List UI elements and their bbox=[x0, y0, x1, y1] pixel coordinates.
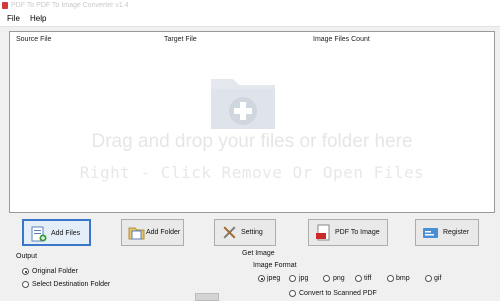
menu-file[interactable]: File bbox=[7, 12, 20, 26]
menu-bar: File Help bbox=[0, 12, 500, 27]
add-folder-label: Add Folder bbox=[146, 229, 181, 236]
radio-original-folder[interactable] bbox=[22, 268, 29, 275]
radio-jpg[interactable] bbox=[289, 275, 296, 282]
add-folder-button[interactable]: Add Folder bbox=[121, 219, 184, 246]
column-image-files-count[interactable]: Image Files Count bbox=[313, 36, 370, 43]
pdf-icon bbox=[316, 224, 330, 241]
setting-button[interactable]: Setting bbox=[214, 219, 276, 246]
register-icon bbox=[423, 228, 438, 238]
add-files-label: Add Files bbox=[51, 230, 81, 237]
browse-button[interactable] bbox=[195, 293, 219, 301]
output-label: Output bbox=[16, 253, 38, 260]
add-files-icon bbox=[31, 226, 47, 242]
radio-bmp[interactable] bbox=[387, 275, 394, 282]
radio-select-destination-folder[interactable] bbox=[22, 281, 29, 288]
tools-icon bbox=[223, 226, 236, 239]
title-bar: PDF To PDF To Image Converter v1.4 bbox=[0, 0, 500, 12]
drag-drop-hint: Drag and drop your files or folder here bbox=[91, 131, 413, 152]
convert-scanned-pdf-label: Convert to Scanned PDF bbox=[299, 290, 377, 297]
radio-png[interactable] bbox=[323, 275, 330, 282]
jpeg-label: jpeg bbox=[267, 275, 281, 282]
jpg-label: jpg bbox=[299, 275, 309, 282]
register-button[interactable]: Register bbox=[415, 219, 479, 246]
get-image-label: Get Image bbox=[242, 250, 275, 257]
gif-label: gif bbox=[434, 275, 442, 282]
radio-convert-scanned-pdf[interactable] bbox=[289, 290, 296, 297]
bmp-label: bmp bbox=[396, 275, 410, 282]
image-format-label: Image Format bbox=[253, 262, 297, 269]
pdf-to-image-label: PDF To Image bbox=[335, 229, 380, 236]
folder-icon bbox=[128, 227, 145, 240]
add-folder-icon bbox=[211, 79, 275, 129]
menu-help[interactable]: Help bbox=[30, 12, 46, 26]
window-title: PDF To PDF To Image Converter v1.4 bbox=[11, 2, 129, 9]
tiff-label: tiff bbox=[364, 275, 372, 282]
radio-gif[interactable] bbox=[425, 275, 432, 282]
radio-tiff[interactable] bbox=[355, 275, 362, 282]
column-target-file[interactable]: Target File bbox=[164, 36, 197, 43]
column-source-file[interactable]: Source File bbox=[16, 36, 51, 43]
select-destination-folder-label: Select Destination Folder bbox=[32, 281, 111, 288]
pdf-to-image-button[interactable]: PDF To Image bbox=[308, 219, 388, 246]
register-label: Register bbox=[443, 229, 470, 236]
app-icon bbox=[2, 2, 8, 9]
radio-jpeg[interactable] bbox=[258, 275, 265, 282]
file-list[interactable]: Source File Target File Image Files Coun… bbox=[9, 31, 495, 213]
add-files-button[interactable]: Add Files bbox=[22, 219, 91, 246]
right-click-hint: Right - Click Remove Or Open Files bbox=[79, 163, 425, 182]
original-folder-label: Original Folder bbox=[32, 268, 78, 275]
png-label: png bbox=[333, 275, 345, 282]
setting-label: Setting bbox=[241, 229, 263, 236]
